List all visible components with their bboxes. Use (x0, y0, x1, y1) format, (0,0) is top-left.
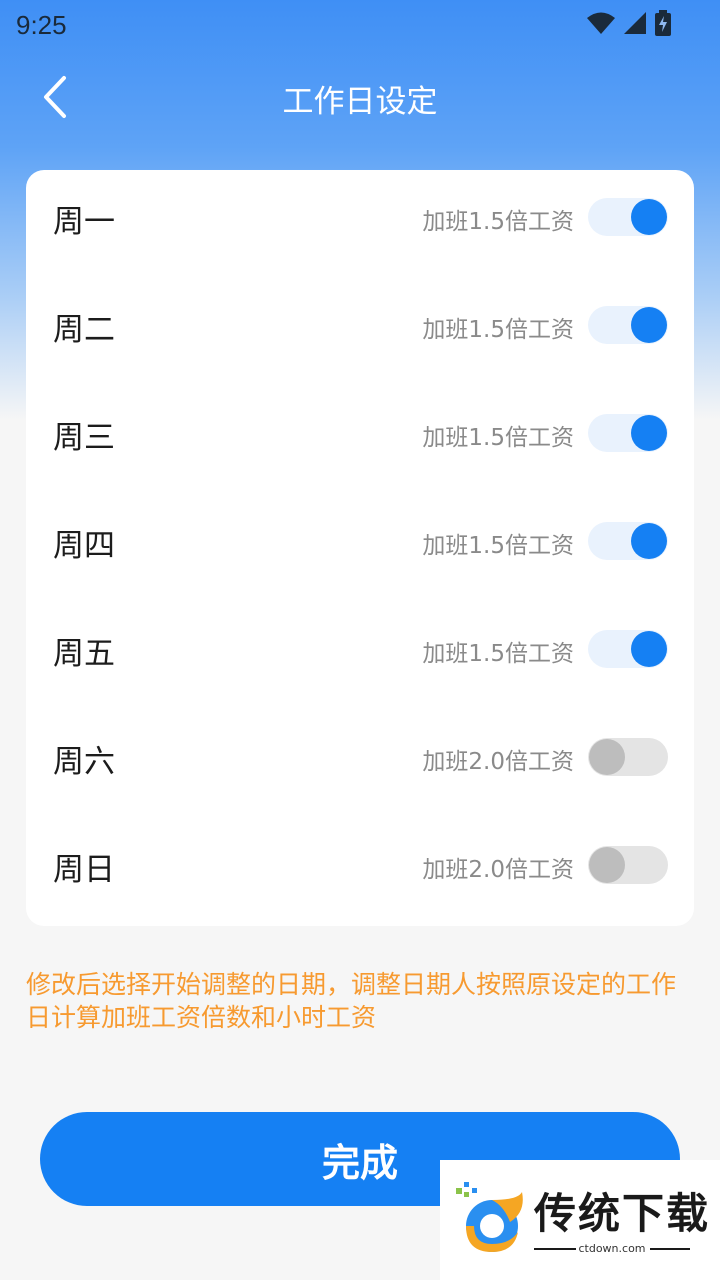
toggle-knob (631, 199, 667, 235)
workday-row-sun: 周日 加班2.0倍工资 (26, 818, 694, 926)
workday-toggle[interactable] (588, 306, 668, 344)
nav-bar: 工作日设定 (0, 58, 720, 138)
hint-text: 修改后选择开始调整的日期，调整日期人按照原设定的工作日计算加班工资倍数和小时工资 (26, 970, 677, 1032)
day-label: 周六 (53, 744, 115, 780)
day-label: 周五 (53, 636, 115, 672)
status-icons (586, 10, 672, 36)
day-label: 周日 (53, 852, 115, 888)
toggle-knob (631, 307, 667, 343)
toggle-knob (589, 847, 625, 883)
watermark-domain: ctdown.com (578, 1242, 646, 1255)
overtime-label: 加班2.0倍工资 (422, 749, 574, 775)
day-label: 周二 (53, 312, 115, 348)
toggle-knob (631, 415, 667, 451)
watermark: 传统下载 ctdown.com (440, 1160, 720, 1280)
workday-row-mon: 周一 加班1.5倍工资 (26, 170, 694, 278)
overtime-label: 加班1.5倍工资 (422, 641, 574, 667)
page-title: 工作日设定 (282, 84, 438, 120)
workday-list: 周一 加班1.5倍工资 周二 加班1.5倍工资 周三 加班1.5倍工资 周四 加… (26, 170, 694, 926)
workday-toggle[interactable] (588, 522, 668, 560)
watermark-brand: 传统下载 (534, 1189, 711, 1238)
workday-row-thu: 周四 加班1.5倍工资 (26, 494, 694, 602)
battery-icon (655, 10, 671, 36)
workday-toggle[interactable] (588, 846, 668, 884)
brand-logo-icon (456, 1182, 523, 1252)
workday-row-sat: 周六 加班2.0倍工资 (26, 710, 694, 818)
overtime-label: 加班1.5倍工资 (422, 317, 574, 343)
overtime-label: 加班1.5倍工资 (422, 425, 574, 451)
status-bar: 9:25 (0, 0, 720, 50)
wifi-icon (587, 12, 615, 34)
workday-toggle[interactable] (588, 414, 668, 452)
toggle-knob (631, 631, 667, 667)
overtime-label: 加班2.0倍工资 (422, 857, 574, 883)
cell-signal-icon (624, 12, 646, 34)
workday-row-wed: 周三 加班1.5倍工资 (26, 386, 694, 494)
workday-toggle[interactable] (588, 738, 668, 776)
workday-row-fri: 周五 加班1.5倍工资 (26, 602, 694, 710)
day-label: 周一 (53, 204, 115, 240)
overtime-label: 加班1.5倍工资 (422, 209, 574, 235)
day-label: 周四 (53, 528, 115, 564)
toggle-knob (631, 523, 667, 559)
toggle-knob (589, 739, 625, 775)
status-time: 9:25 (16, 9, 67, 40)
workday-toggle[interactable] (588, 630, 668, 668)
day-label: 周三 (53, 420, 115, 456)
workday-row-tue: 周二 加班1.5倍工资 (26, 278, 694, 386)
workday-toggle[interactable] (588, 198, 668, 236)
overtime-label: 加班1.5倍工资 (422, 533, 574, 559)
